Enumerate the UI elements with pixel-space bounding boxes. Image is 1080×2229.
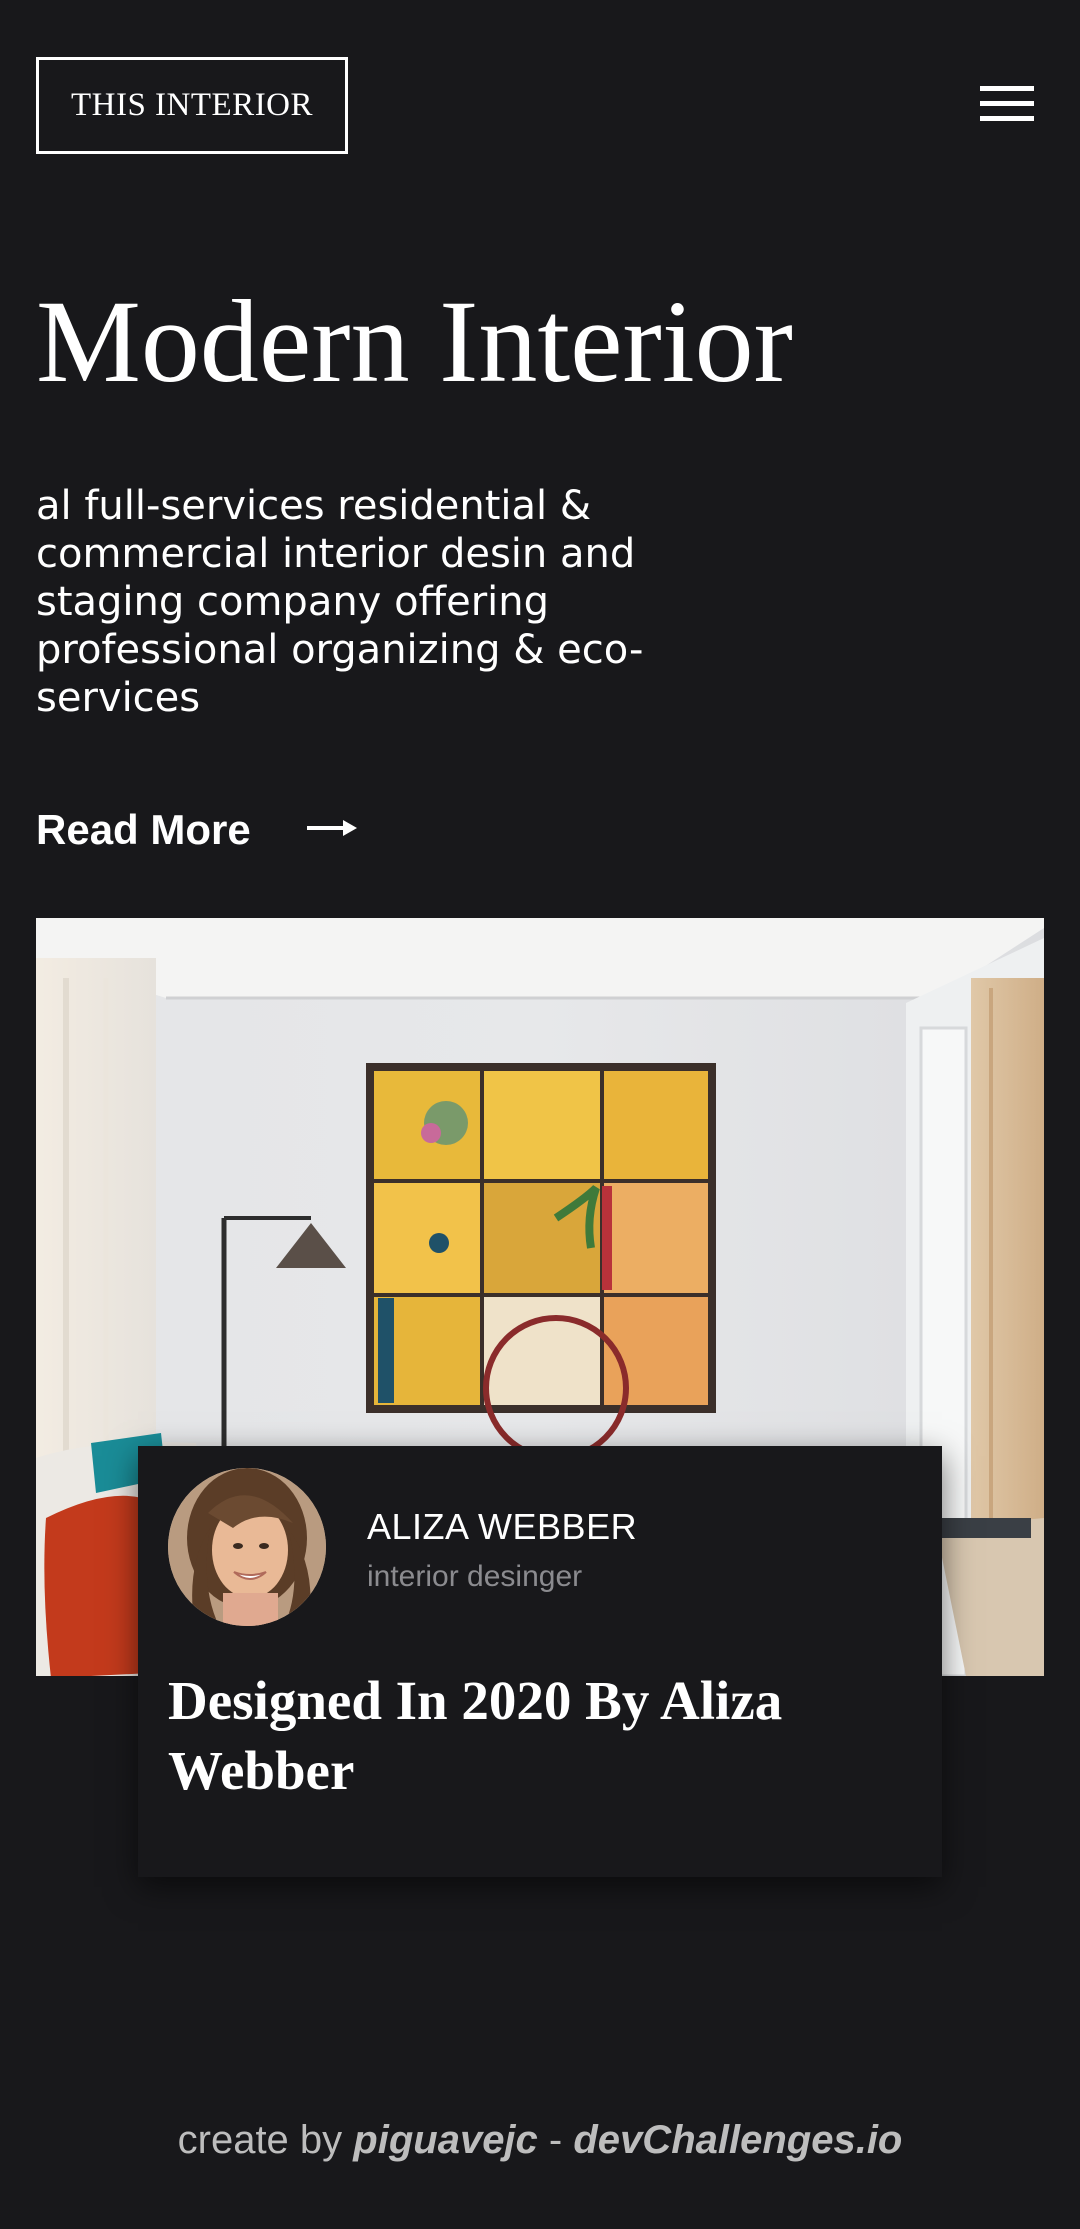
footer-credit: create by piguavejc - devChallenges.io [0,2118,1080,2163]
logo-text: THIS INTERIOR [70,87,314,123]
card-title: Designed In 2020 By Aliza Webber [168,1670,783,1801]
site-logo[interactable]: THIS INTERIOR [36,57,348,154]
designer-role: interior desinger [367,1560,583,1593]
footer-prefix: create by [177,2118,343,2162]
footer-site-link[interactable]: devChallenges.io [573,2118,902,2162]
read-more-link[interactable]: Read More [36,800,357,860]
designer-name: ALIZA WEBBER [367,1506,638,1547]
hamburger-menu-icon[interactable] [980,86,1034,124]
arrow-right-icon [306,818,357,842]
designer-avatar [168,1468,326,1626]
hero-title: Modern Interior [36,276,793,407]
footer-author-link[interactable]: piguavejc [353,2118,538,2162]
footer-separator: - [548,2118,563,2162]
designer-card: ALIZA WEBBER interior desinger Designed … [138,1446,942,1877]
hero-description: al full-services residential & commercia… [36,483,644,721]
read-more-label: Read More [36,806,251,853]
